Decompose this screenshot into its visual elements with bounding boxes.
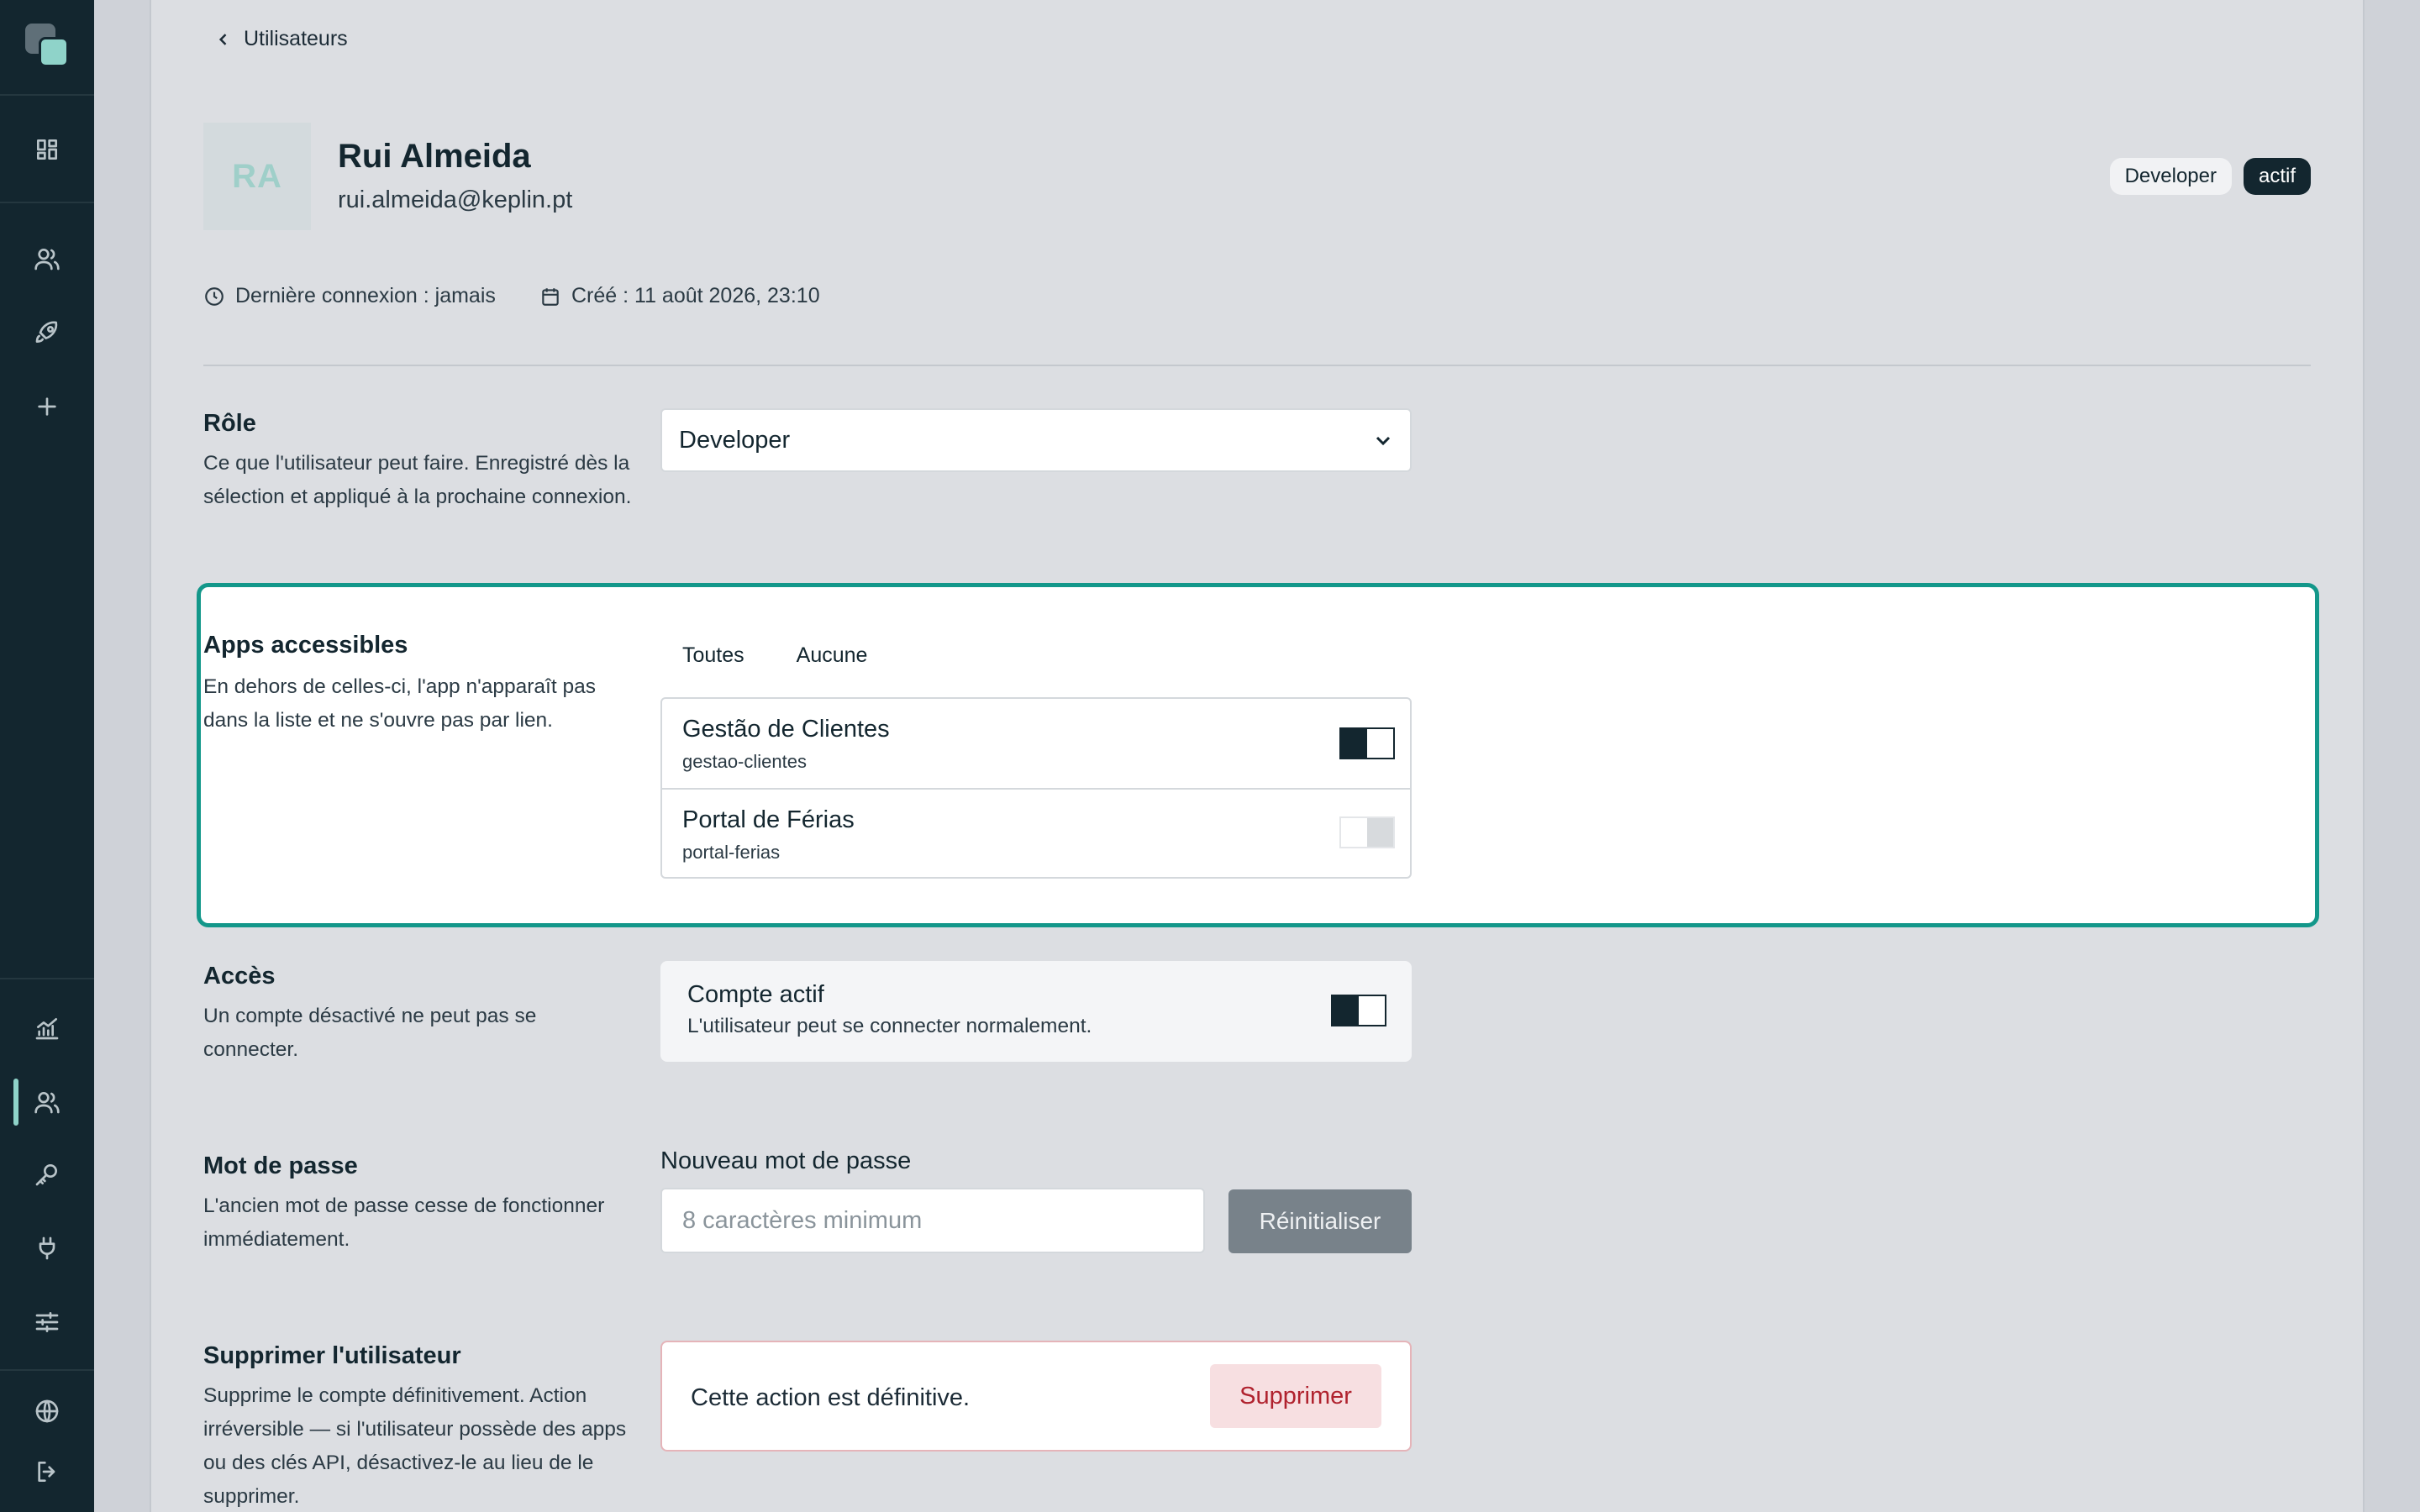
chevron-down-icon [1376,436,1391,446]
app-slug: gestao-clientes [682,751,807,772]
app-name: Portal de Férias [682,806,855,833]
app-name: Gestão de Clientes [682,716,890,743]
chart-icon[interactable] [27,1008,67,1048]
role-description: Ce que l'utilisateur peut faire. Enregis… [203,452,632,508]
access-description: Un compte désactivé ne peut pas se conne… [203,1005,537,1061]
select-no-apps-button[interactable]: Aucune [797,643,868,668]
apps-description: En dehors de celles-ci, l'app n'apparaît… [203,675,596,732]
plus-icon[interactable] [27,386,67,427]
account-active-title: Compte actif [687,981,824,1008]
users-icon[interactable] [27,239,67,279]
app-slug: portal-ferias [682,842,781,863]
sidebar-divider [0,202,94,203]
sidebar-divider [0,1369,94,1371]
sidebar [0,0,94,1512]
delete-warning: Cette action est définitive. [691,1384,971,1411]
dashboard-icon[interactable] [27,129,67,170]
right-gutter [2365,0,2420,1512]
logout-icon[interactable] [27,1452,67,1492]
apps-bulk-actions: Toutes Aucune [682,643,867,668]
clock-icon [205,286,224,306]
apps-title: Apps accessibles [203,632,408,659]
user-email: rui.almeida@keplin.pt [338,186,573,213]
role-badge: Developer [2109,158,2232,195]
account-active-toggle[interactable] [1331,995,1386,1026]
plug-icon[interactable] [27,1228,67,1268]
delete-card: Cette action est définitive. Supprimer [660,1341,1412,1452]
password-title: Mot de passe [203,1152,358,1179]
created-date: Créé : 11 août 2026, 23:10 [539,284,820,308]
sidebar-divider [0,978,94,979]
rocket-icon[interactable] [27,312,67,353]
role-select-value: Developer [679,426,791,454]
new-password-input[interactable] [660,1188,1205,1253]
created-text: Créé : 11 août 2026, 23:10 [571,284,820,307]
app-logo[interactable] [25,24,71,69]
divider [203,365,2311,366]
globe-icon[interactable] [27,1391,67,1431]
account-active-card: Compte actif L'utilisateur peut se conne… [660,961,1412,1062]
sidebar-active-indicator [13,1079,18,1126]
chevron-left-icon [218,33,227,45]
user-badges: Developer actif [2109,158,2311,195]
delete-title: Supprimer l'utilisateur [203,1342,461,1369]
key-icon[interactable] [27,1154,67,1194]
avatar: RA [203,123,311,230]
users-icon[interactable] [27,1082,67,1122]
app-list: Gestão de Clientes gestao-clientes Porta… [660,697,1412,879]
calendar-icon [542,287,559,306]
list-item: Portal de Férias portal-ferias [662,788,1410,877]
last-login: Dernière connexion : jamais [203,284,496,308]
back-link[interactable]: Utilisateurs [215,27,348,51]
list-item: Gestão de Clientes gestao-clientes [662,699,1410,788]
role-select[interactable]: Developer [660,408,1412,472]
left-gutter [94,0,150,1512]
status-badge: actif [2243,158,2311,195]
app-toggle-portal-ferias[interactable] [1339,816,1395,848]
delete-user-button[interactable]: Supprimer [1210,1364,1381,1428]
account-active-subtitle: L'utilisateur peut se connecter normalem… [687,1015,1092,1037]
back-label: Utilisateurs [244,27,348,50]
password-description: L'ancien mot de passe cesse de fonctionn… [203,1194,605,1251]
access-title: Accès [203,963,276,990]
select-all-apps-button[interactable]: Toutes [682,643,744,668]
delete-description: Supprime le compte définitivement. Actio… [203,1384,627,1508]
role-title: Rôle [203,410,256,437]
sidebar-divider [0,94,94,96]
app-toggle-gestao-clientes[interactable] [1339,727,1395,759]
new-password-label: Nouveau mot de passe [660,1147,912,1174]
user-name: Rui Almeida [338,138,531,175]
reset-password-button[interactable]: Réinitialiser [1228,1189,1412,1253]
sliders-icon[interactable] [27,1302,67,1342]
last-login-text: Dernière connexion : jamais [235,284,496,307]
